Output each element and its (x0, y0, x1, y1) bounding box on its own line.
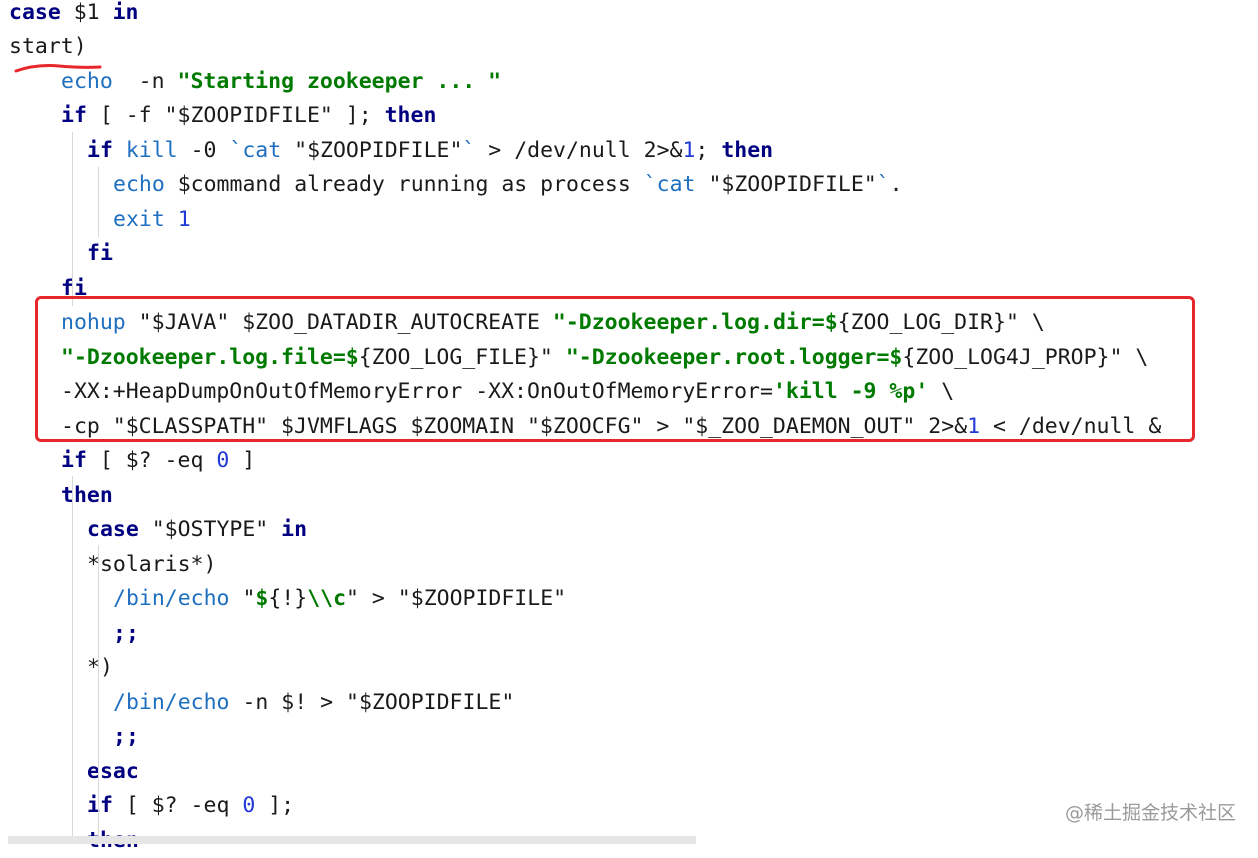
code-token: *) (87, 655, 113, 680)
code-line: exit 1 (113, 203, 191, 238)
code-token: 0 (216, 448, 229, 473)
code-line: /bin/echo -n $! > "$ZOOPIDFILE" (113, 686, 514, 721)
code-token: then (61, 483, 113, 508)
code-token: if (61, 448, 87, 473)
code-token: in (113, 0, 139, 25)
code-line: case $1 in (9, 0, 138, 30)
code-token: `cat (644, 172, 696, 197)
code-token: echo (113, 172, 165, 197)
code-line: ;; (113, 720, 139, 755)
code-token: ` (462, 138, 475, 163)
code-token: 1 (178, 207, 191, 232)
code-token: if (87, 138, 113, 163)
code-token: . (890, 172, 903, 197)
indent-guide (72, 476, 73, 844)
code-token: *solaris*) (87, 552, 216, 577)
code-token: $1 (61, 0, 113, 25)
code-token: ` (877, 172, 890, 197)
code-token: \\c (307, 586, 346, 611)
code-token: -n $! > "$ZOOPIDFILE" (230, 690, 515, 715)
code-token: 1 (682, 138, 695, 163)
code-token (113, 138, 126, 163)
code-token: -n (113, 69, 178, 94)
indent-guide (98, 685, 99, 756)
code-token (165, 207, 178, 232)
code-token: $command already running as process (165, 172, 644, 197)
code-token: 0 (242, 793, 255, 818)
code-line: echo $command already running as process… (113, 168, 903, 203)
code-token: exit (113, 207, 165, 232)
code-token: [ $? -eq (113, 793, 242, 818)
code-token: "$ZOOPIDFILE" (281, 138, 462, 163)
code-line: if [ $? -eq 0 ]; (87, 789, 294, 824)
code-token: `cat (229, 138, 281, 163)
code-token: [ -f "$ZOOPIDFILE" ]; (87, 103, 385, 128)
code-line: ;; (113, 617, 139, 652)
code-token: ] (229, 448, 255, 473)
indent-guide (72, 132, 73, 306)
code-token: esac (87, 759, 139, 784)
code-token: [ $? -eq (87, 448, 216, 473)
code-token: "$ZOOPIDFILE" (696, 172, 877, 197)
code-line: esac (87, 755, 139, 790)
red-highlight-box (35, 296, 1195, 442)
code-token: {!} (268, 586, 307, 611)
code-token: case (87, 517, 139, 542)
code-line: echo -n "Starting zookeeper ... " (61, 65, 501, 100)
code-line: *solaris*) (87, 548, 216, 583)
code-token: "Starting zookeeper ... " (178, 69, 502, 94)
code-token: " (230, 586, 256, 611)
code-token: then (721, 138, 773, 163)
code-token: "$OSTYPE" (139, 517, 281, 542)
code-token: /bin/echo (113, 690, 230, 715)
code-token: -0 (178, 138, 230, 163)
code-line: if [ $? -eq 0 ] (61, 444, 255, 479)
code-token: " > "$ZOOPIDFILE" (346, 586, 566, 611)
code-token: ;; (113, 621, 139, 646)
code-line: if [ -f "$ZOOPIDFILE" ]; then (61, 99, 436, 134)
code-token: if (87, 793, 113, 818)
code-line: if kill -0 `cat "$ZOOPIDFILE"` > /dev/nu… (87, 134, 773, 169)
code-token: fi (87, 241, 113, 266)
indent-guide (98, 167, 99, 237)
code-line: *) (87, 651, 113, 686)
code-token: if (61, 103, 87, 128)
code-token: ;; (113, 724, 139, 749)
red-underline-mark (14, 60, 104, 76)
code-token: kill (126, 138, 178, 163)
watermark: @稀土掘金技术社区 (1065, 798, 1236, 825)
horizontal-scrollbar[interactable] (8, 836, 696, 844)
code-line: /bin/echo "${!}\\c" > "$ZOOPIDFILE" (113, 582, 566, 617)
code-token: start) (9, 34, 87, 59)
indent-guide (98, 582, 99, 652)
code-token: ]; (255, 793, 294, 818)
code-line: case "$OSTYPE" in (87, 513, 307, 548)
code-line: fi (87, 237, 113, 272)
code-token: > /dev/null 2>& (475, 138, 682, 163)
code-token: then (385, 103, 437, 128)
code-token: case (9, 0, 61, 25)
code-token: /bin/echo (113, 586, 230, 611)
code-line: then (61, 479, 113, 514)
code-token: in (281, 517, 307, 542)
code-token: $ (255, 586, 268, 611)
code-token: ; (695, 138, 721, 163)
